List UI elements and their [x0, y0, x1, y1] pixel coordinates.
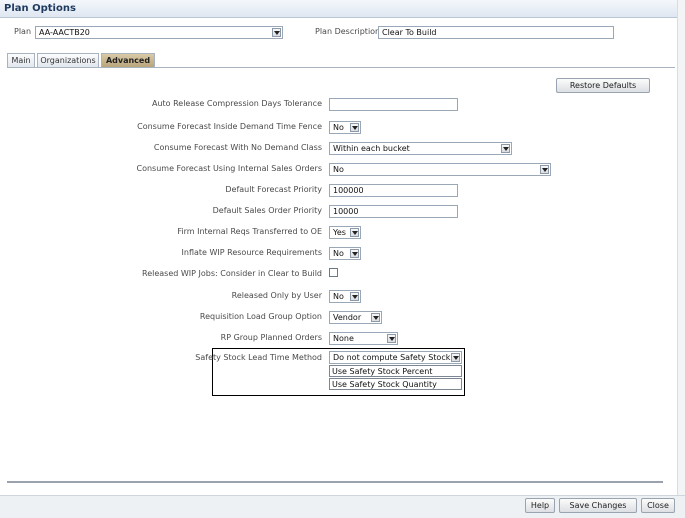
- inflate-wip-label: Inflate WIP Resource Requirements: [181, 248, 322, 257]
- consume-inside-fence-value: No: [333, 123, 344, 132]
- released-wip-jobs-label: Released WIP Jobs: Consider in Clear to …: [142, 269, 322, 278]
- plan-label: Plan: [14, 27, 32, 36]
- tab-main[interactable]: Main: [7, 53, 35, 67]
- chevron-down-icon[interactable]: [350, 123, 359, 132]
- safety-stock-method-select[interactable]: Do not compute Safety Stock: [329, 351, 462, 364]
- consume-inside-fence-select[interactable]: No: [329, 121, 361, 134]
- chevron-down-icon[interactable]: [371, 313, 380, 322]
- tab-divider: [7, 67, 675, 68]
- rp-group-planned-orders-label: RP Group Planned Orders: [220, 333, 322, 342]
- default-sales-order-priority-field[interactable]: 10000: [329, 205, 458, 218]
- chevron-down-icon[interactable]: [540, 165, 549, 174]
- title-bar: [0, 0, 685, 18]
- chevron-down-icon[interactable]: [350, 249, 359, 258]
- scrollbar[interactable]: [677, 0, 685, 517]
- released-only-by-user-select[interactable]: No: [329, 290, 361, 303]
- footer-divider: [7, 481, 663, 483]
- inflate-wip-value: No: [333, 249, 344, 258]
- auto-release-label: Auto Release Compression Days Tolerance: [151, 99, 322, 108]
- requisition-load-group-value: Vendor: [333, 313, 362, 322]
- help-button[interactable]: Help: [525, 498, 555, 513]
- rp-group-planned-orders-value: None: [333, 334, 354, 343]
- consume-internal-orders-label: Consume Forecast Using Internal Sales Or…: [136, 164, 323, 173]
- firm-internal-reqs-value: Yes: [333, 228, 346, 237]
- save-changes-button[interactable]: Save Changes: [559, 498, 637, 513]
- requisition-load-group-select[interactable]: Vendor: [329, 311, 382, 324]
- auto-release-field[interactable]: [329, 98, 458, 111]
- released-wip-jobs-checkbox[interactable]: [329, 268, 338, 277]
- tab-organizations[interactable]: Organizations: [37, 53, 99, 67]
- inflate-wip-select[interactable]: No: [329, 247, 361, 260]
- close-button[interactable]: Close: [641, 498, 675, 513]
- chevron-down-icon[interactable]: [272, 28, 281, 37]
- safety-stock-method-label: Safety Stock Lead Time Method: [195, 353, 322, 362]
- plan-description-label: Plan Description: [315, 27, 381, 36]
- consume-no-demand-class-label: Consume Forecast With No Demand Class: [153, 143, 322, 152]
- default-sales-order-priority-label: Default Sales Order Priority: [212, 206, 322, 215]
- consume-inside-fence-label: Consume Forecast Inside Demand Time Fenc…: [137, 122, 322, 131]
- dropdown-option[interactable]: Use Safety Stock Percent: [329, 365, 462, 377]
- chevron-down-icon[interactable]: [350, 292, 359, 301]
- chevron-down-icon[interactable]: [387, 334, 396, 343]
- consume-no-demand-class-value: Within each bucket: [333, 144, 410, 153]
- default-forecast-priority-label: Default Forecast Priority: [225, 185, 322, 194]
- consume-no-demand-class-select[interactable]: Within each bucket: [329, 142, 512, 155]
- consume-internal-orders-select[interactable]: No: [329, 163, 551, 176]
- firm-internal-reqs-label: Firm Internal Reqs Transferred to OE: [177, 227, 322, 236]
- chevron-down-icon[interactable]: [501, 144, 510, 153]
- default-forecast-priority-field[interactable]: 100000: [329, 184, 458, 197]
- rp-group-planned-orders-select[interactable]: None: [329, 332, 398, 345]
- chevron-down-icon[interactable]: [451, 353, 460, 362]
- tab-advanced[interactable]: Advanced: [101, 53, 155, 67]
- page-title: Plan Options: [4, 3, 76, 14]
- chevron-down-icon[interactable]: [350, 228, 359, 237]
- restore-defaults-button[interactable]: Restore Defaults: [556, 78, 650, 93]
- plan-description-field[interactable]: Clear To Build: [378, 26, 614, 39]
- released-only-by-user-value: No: [333, 292, 344, 301]
- plan-select-value: AA-AACTB20: [39, 28, 90, 37]
- plan-select[interactable]: AA-AACTB20: [35, 26, 283, 39]
- consume-internal-orders-value: No: [333, 165, 344, 174]
- dropdown-option[interactable]: Use Safety Stock Quantity: [329, 378, 462, 390]
- firm-internal-reqs-select[interactable]: Yes: [329, 226, 361, 239]
- safety-stock-method-value: Do not compute Safety Stock: [333, 353, 451, 362]
- requisition-load-group-label: Requisition Load Group Option: [199, 312, 322, 321]
- released-only-by-user-label: Released Only by User: [231, 291, 322, 300]
